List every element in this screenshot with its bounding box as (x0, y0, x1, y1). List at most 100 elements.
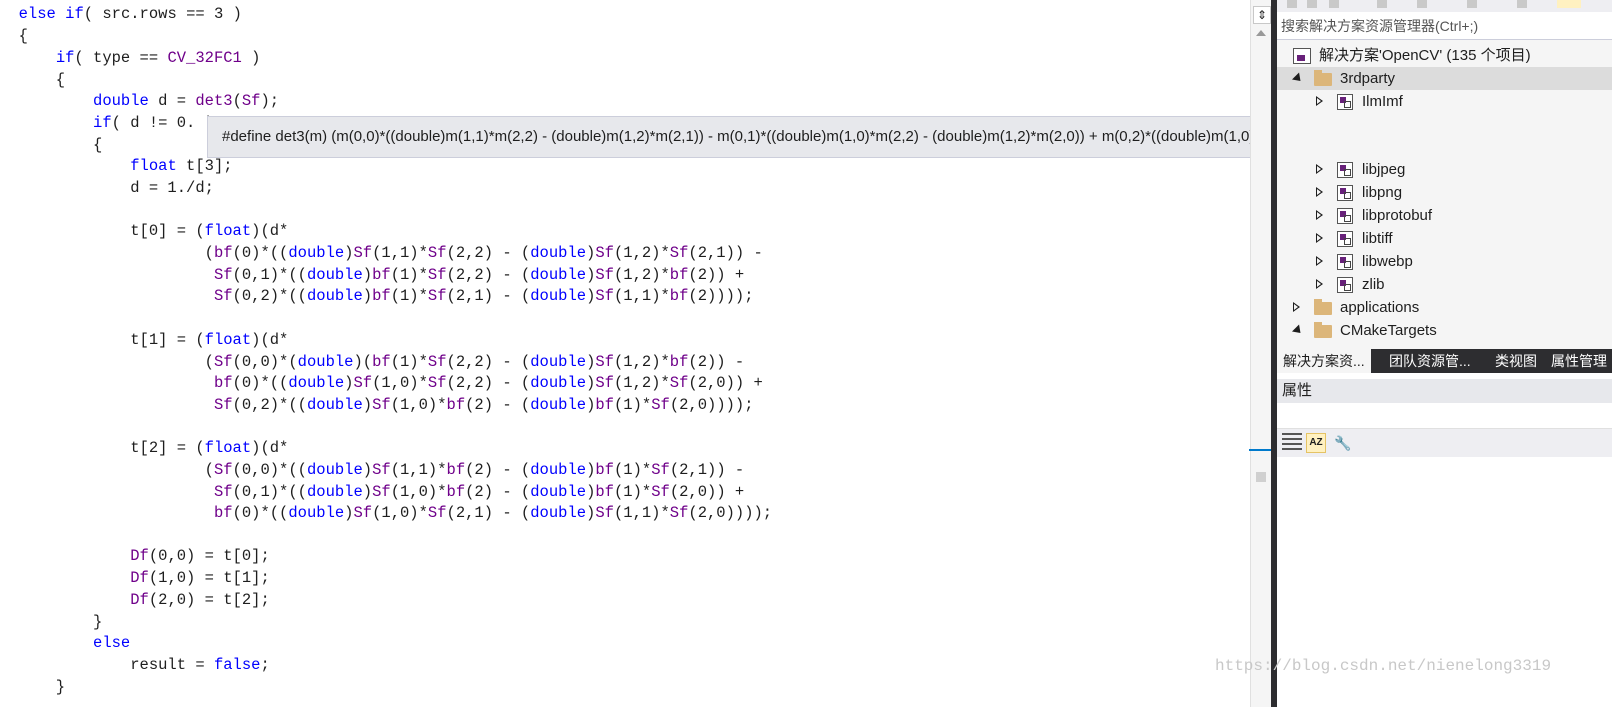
wrench-icon[interactable] (1517, 0, 1527, 8)
code-line: } (0, 678, 66, 696)
code-line: else if( src.rows == 3 ) (18, 5, 242, 23)
code-line: Sf(0,2)*((double)bf(1)*Sf(2,1) - (double… (213, 287, 754, 305)
tree-item-libprotobuf[interactable]: libprotobuf (1277, 204, 1612, 227)
code-line: t[0] = (float)(d* (0, 222, 289, 240)
collapsed-arrow-icon[interactable] (1316, 233, 1323, 243)
code-line: bf(0)*((double)Sf(1,0)*Sf(2,1) - (double… (213, 504, 773, 522)
alphabetical-icon[interactable]: AZ (1306, 433, 1326, 453)
code-line: float t[3]; (130, 157, 233, 175)
collapse-icon[interactable] (1467, 0, 1477, 8)
code-line: Sf(0,2)*((double)Sf(1,0)*bf(2) - (double… (213, 396, 754, 414)
editor-scrollbar[interactable]: ⇕ (1249, 0, 1271, 707)
project-icon (1337, 254, 1353, 270)
code-line: result = false; (0, 656, 270, 674)
tree-item-label: libtiff (1362, 230, 1393, 247)
project-icon (1337, 231, 1353, 247)
sync-icon[interactable] (1377, 0, 1387, 8)
preview-icon[interactable] (1557, 0, 1581, 8)
project-icon (1337, 94, 1353, 110)
code-line: double d = det3(Sf); (93, 92, 280, 110)
tab-solution-explorer[interactable]: 解决方案资... (1277, 349, 1371, 373)
collapsed-arrow-icon[interactable] (1316, 279, 1323, 289)
project-icon (1337, 162, 1353, 178)
solution-label: 解决方案'OpenCV' (135 个项目) (1319, 47, 1531, 64)
tab-team-explorer[interactable]: 团队资源管... (1383, 349, 1477, 373)
tree-item-zlib[interactable]: zlib (1277, 273, 1612, 296)
solution-icon (1293, 48, 1311, 64)
solution-node[interactable]: 解决方案'OpenCV' (135 个项目) (1277, 44, 1612, 67)
back-icon[interactable] (1287, 0, 1297, 8)
code-line: Sf(0,1)*((double)Sf(1,0)*bf(2) - (double… (213, 483, 745, 501)
explorer-toolbar (1277, 0, 1612, 12)
tree-item-libjpeg[interactable]: libjpeg (1277, 158, 1612, 181)
collapsed-arrow-icon[interactable] (1316, 164, 1323, 174)
code-line: (bf(0)*((double)Sf(1,1)*Sf(2,2) - (doubl… (0, 244, 763, 262)
macro-tooltip: #define det3(m) (m(0,0)*((double)m(1,1)*… (207, 116, 1250, 158)
tab-class-view[interactable]: 类视图 (1489, 349, 1543, 373)
collapsed-arrow-icon[interactable] (1316, 210, 1323, 220)
tree-item-label: zlib (1362, 276, 1385, 293)
code-line: t[2] = (float)(d* (0, 439, 289, 457)
tree-item-label: 3rdparty (1340, 70, 1396, 87)
tree-item-label: IlmImf (1362, 93, 1403, 110)
code-line: Df(0,0) = t[0]; (130, 547, 270, 565)
code-line: (Sf(0,0)*(double)(bf(1)*Sf(2,2) - (doubl… (0, 353, 745, 371)
code-line: } (0, 613, 103, 631)
properties-title: 属性 (1277, 379, 1612, 403)
forward-icon[interactable] (1307, 0, 1317, 8)
scroll-thumb[interactable] (1256, 472, 1266, 482)
scroll-up-icon[interactable] (1256, 30, 1266, 36)
refresh-icon[interactable] (1417, 0, 1427, 8)
code-line: Sf(0,1)*((double)bf(1)*Sf(2,2) - (double… (213, 266, 745, 284)
explorer-search[interactable] (1277, 12, 1612, 40)
code-line: { (0, 27, 28, 45)
collapsed-arrow-icon[interactable] (1316, 256, 1323, 266)
property-pages-icon[interactable]: 🔧 (1333, 433, 1353, 453)
expanded-arrow-icon[interactable] (1291, 324, 1305, 337)
code-line: t[1] = (float)(d* (0, 331, 289, 349)
tree-item-libtiff[interactable]: libtiff (1277, 227, 1612, 250)
tree-item-label: libwebp (1362, 253, 1413, 270)
project-icon (1337, 277, 1353, 293)
folder-icon (1314, 322, 1332, 338)
home-icon[interactable] (1329, 0, 1339, 8)
tree-item-label: libjpeg (1362, 161, 1406, 178)
collapsed-arrow-icon[interactable] (1293, 302, 1300, 312)
explorer-tabs: 解决方案资... 团队资源管... 类视图 属性管理 (1277, 349, 1612, 373)
code-line: if( type == CV_32FC1 ) (55, 49, 261, 67)
tree-item-label: applications (1340, 299, 1420, 316)
caret-marker (1249, 449, 1271, 451)
expanded-arrow-icon[interactable] (1291, 72, 1305, 85)
categorized-icon[interactable] (1282, 433, 1302, 453)
watermark: https://blog.csdn.net/nienelong3319 (1215, 657, 1552, 675)
collapsed-arrow-icon[interactable] (1316, 96, 1323, 106)
code-line: (Sf(0,0)*((double)Sf(1,1)*bf(2) - (doubl… (0, 461, 745, 479)
collapsed-arrow-icon[interactable] (1316, 187, 1323, 197)
code-editor[interactable]: else if( src.rows == 3 ) { if( type == C… (0, 0, 1250, 707)
tree-item-libwebp[interactable]: libwebp (1277, 250, 1612, 273)
tree-item-3rdparty[interactable]: 3rdparty (1277, 67, 1612, 90)
code-line: Df(1,0) = t[1]; (130, 569, 270, 587)
tree-item-libpng[interactable]: libpng (1277, 181, 1612, 204)
tree-item-cmaketargets[interactable]: CMakeTargets (1277, 319, 1612, 342)
code-line: d = 1./d; (0, 179, 214, 197)
project-icon (1337, 185, 1353, 201)
properties-object-selector[interactable] (1277, 403, 1612, 429)
tree-item-label: libprotobuf (1362, 207, 1433, 224)
code-line: { (0, 71, 66, 89)
properties-toolbar: AZ 🔧 (1277, 429, 1612, 457)
code-line: bf(0)*((double)Sf(1,0)*Sf(2,2) - (double… (213, 374, 763, 392)
code-line: Df(2,0) = t[2]; (130, 591, 270, 609)
tab-property-manager[interactable]: 属性管理 (1545, 349, 1612, 373)
tree-item-applications[interactable]: applications (1277, 296, 1612, 319)
code-line: else (93, 634, 131, 652)
code-line: if( d != 0. ) (93, 114, 214, 132)
tree-item-label: libpng (1362, 184, 1403, 201)
folder-icon (1314, 70, 1332, 86)
code-text[interactable]: else if( src.rows == 3 ) { if( type == C… (0, 0, 1240, 696)
solution-explorer: 解决方案'OpenCV' (135 个项目) 3rdparty IlmImf l… (1277, 0, 1612, 707)
tree-item-ilmimf[interactable]: IlmImf (1277, 90, 1612, 113)
search-input[interactable] (1281, 15, 1601, 37)
split-editor-icon[interactable]: ⇕ (1253, 6, 1271, 24)
tree-item-label: CMakeTargets (1340, 322, 1437, 339)
